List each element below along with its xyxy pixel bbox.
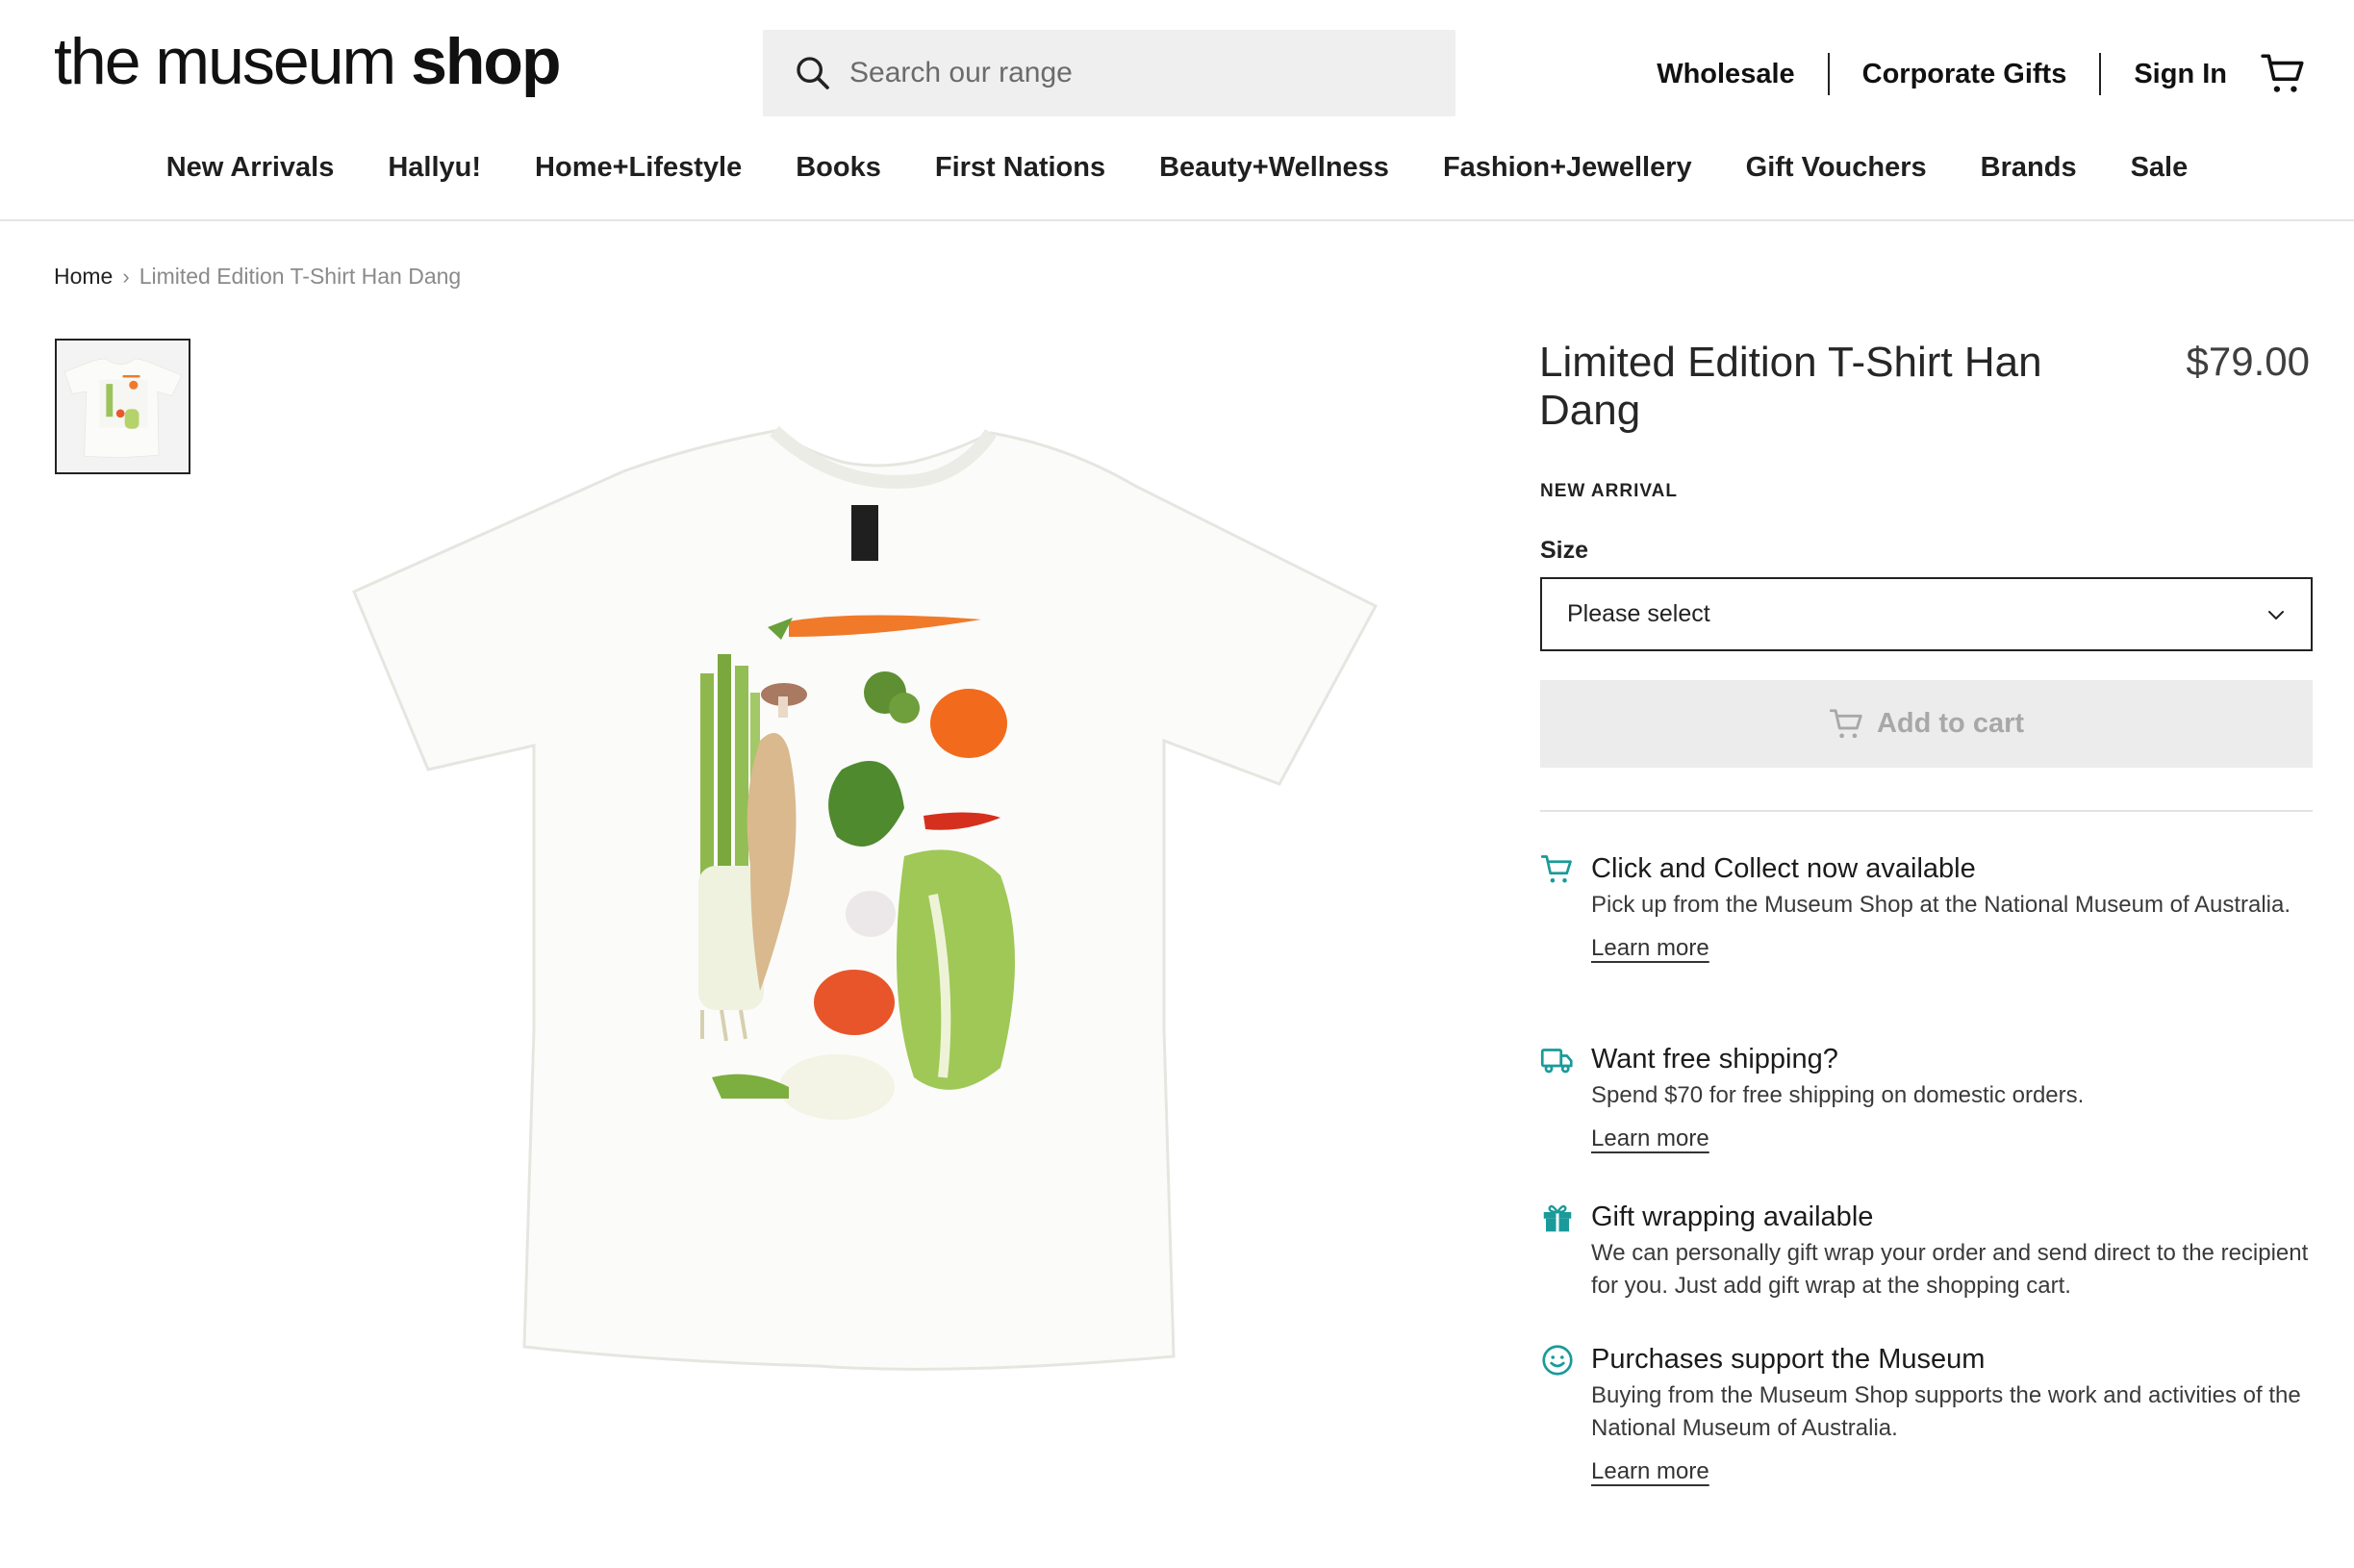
nav-item-brands[interactable]: Brands — [1981, 152, 2077, 184]
product-thumbnail[interactable] — [55, 339, 190, 474]
breadcrumb-home[interactable]: Home — [54, 264, 113, 290]
feature-heading: Want free shipping? — [1591, 1044, 1838, 1075]
search-bar[interactable] — [763, 30, 1455, 116]
product-title: Limited Edition T-Shirt Han Dang — [1539, 339, 2042, 434]
breadcrumb-current: Limited Edition T-Shirt Han Dang — [139, 264, 462, 289]
divider — [2099, 53, 2102, 95]
corporate-gifts-link[interactable]: Corporate Gifts — [1862, 59, 2067, 90]
nav-item-first-nations[interactable]: First Nations — [935, 152, 1105, 184]
add-to-cart-label: Add to cart — [1876, 708, 2025, 739]
feature-support-museum: Purchases support the Museum Buying from… — [1540, 1341, 2313, 1485]
panel-divider — [1540, 810, 2313, 812]
nav-item-new-arrivals[interactable]: New Arrivals — [166, 152, 335, 184]
nav-item-fashion-jewellery[interactable]: Fashion+Jewellery — [1443, 152, 1692, 184]
search-input[interactable] — [849, 57, 1388, 89]
utility-links: Wholesale Corporate Gifts Sign In — [1657, 50, 2308, 98]
nav-item-gift-vouchers[interactable]: Gift Vouchers — [1746, 152, 1927, 184]
new-arrival-badge: NEW ARRIVAL — [1540, 481, 1678, 501]
feature-gift-wrapping: Gift wrapping available We can personall… — [1540, 1199, 2313, 1302]
feature-heading: Purchases support the Museum — [1591, 1344, 1986, 1375]
tshirt-thumbnail-image — [63, 358, 182, 458]
nav-item-home-lifestyle[interactable]: Home+Lifestyle — [535, 152, 742, 184]
wholesale-link[interactable]: Wholesale — [1657, 59, 1794, 90]
main-nav: New Arrivals Hallyu! Home+Lifestyle Book… — [0, 152, 2354, 184]
size-label: Size — [1540, 537, 1589, 564]
feature-text: Spend $70 for free shipping on domestic … — [1591, 1082, 2085, 1108]
product-price: $79.00 — [2186, 339, 2310, 384]
add-to-cart-button[interactable]: Add to cart — [1540, 680, 2313, 768]
feature-free-shipping: Want free shipping? Spend $70 for free s… — [1540, 1041, 2313, 1152]
learn-more-link[interactable]: Learn more — [1591, 935, 1709, 962]
cart-icon — [1829, 708, 1862, 738]
sign-in-link[interactable]: Sign In — [2134, 59, 2227, 90]
feature-text: Buying from the Museum Shop supports the… — [1591, 1382, 2301, 1441]
feature-text: Pick up from the Museum Shop at the Nati… — [1591, 892, 2291, 918]
logo-text-bold: shop — [411, 25, 561, 98]
breadcrumb: Home › Limited Edition T-Shirt Han Dang — [54, 264, 461, 290]
size-select[interactable]: Please select — [1540, 577, 2313, 651]
size-select-value: Please select — [1567, 600, 1710, 627]
logo-text-light: the museum — [54, 25, 412, 98]
learn-more-link[interactable]: Learn more — [1591, 1458, 1709, 1485]
cart-icon — [1540, 855, 1572, 883]
feature-heading: Gift wrapping available — [1591, 1201, 1874, 1232]
nav-item-beauty-wellness[interactable]: Beauty+Wellness — [1159, 152, 1389, 184]
cart-icon[interactable] — [2260, 50, 2308, 98]
product-main-image — [352, 425, 1379, 1371]
site-logo[interactable]: the museum shop — [54, 29, 562, 94]
divider — [1827, 53, 1830, 95]
chevron-right-icon: › — [122, 264, 130, 289]
learn-more-link[interactable]: Learn more — [1591, 1125, 1709, 1152]
feature-click-collect: Click and Collect now available Pick up … — [1540, 850, 2313, 962]
nav-item-books[interactable]: Books — [796, 152, 881, 184]
smiley-icon — [1542, 1345, 1573, 1376]
nav-item-sale[interactable]: Sale — [2131, 152, 2189, 184]
search-icon[interactable] — [794, 54, 832, 92]
feature-text: We can personally gift wrap your order a… — [1591, 1240, 2309, 1299]
gift-icon — [1543, 1204, 1572, 1232]
truck-icon — [1540, 1049, 1573, 1074]
chevron-down-icon — [2268, 610, 2284, 620]
nav-divider — [0, 219, 2354, 221]
nav-item-hallyu[interactable]: Hallyu! — [388, 152, 481, 184]
feature-heading: Click and Collect now available — [1591, 853, 1976, 884]
